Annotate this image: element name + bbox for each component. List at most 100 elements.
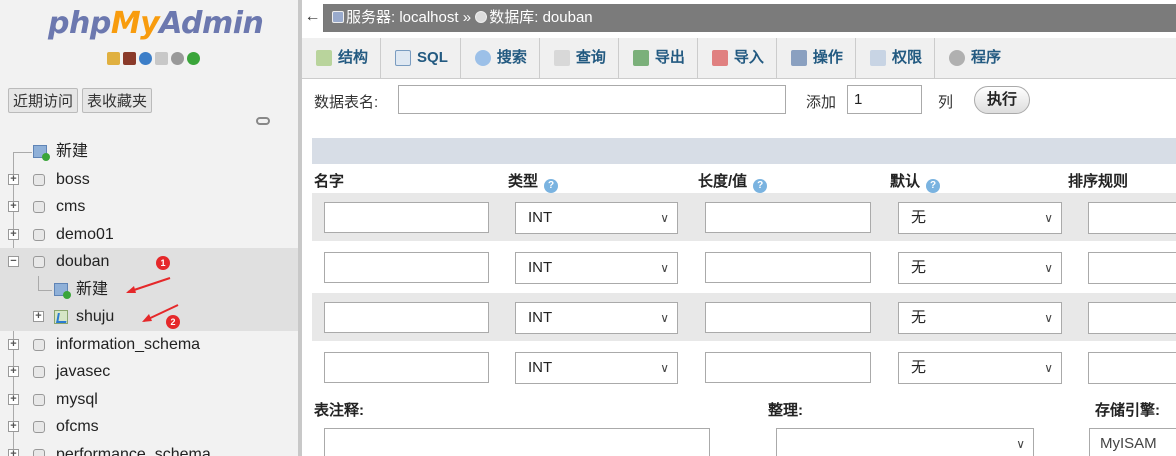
link-icon[interactable] bbox=[256, 117, 270, 125]
field-length-input[interactable] bbox=[705, 202, 871, 233]
field-default-select[interactable]: 无 ∨ bbox=[898, 352, 1062, 384]
breadcrumb-database[interactable]: 数据库: douban bbox=[489, 9, 592, 26]
table-name-input[interactable] bbox=[398, 85, 786, 114]
database-tree: 新建 + boss + cms + demo01 − douban 1 新建 +… bbox=[0, 138, 298, 456]
back-arrow-icon[interactable]: ← bbox=[302, 4, 324, 32]
recent-tab[interactable]: 近期访问 bbox=[8, 88, 79, 113]
field-name-input[interactable] bbox=[324, 302, 489, 333]
phpmyadmin-logo[interactable]: phpMyAdmin bbox=[48, 6, 264, 41]
expand-icon[interactable]: + bbox=[8, 448, 19, 456]
field-row: INT ∨ 无 ∨ bbox=[312, 293, 1176, 341]
tree-label: demo01 bbox=[56, 225, 114, 243]
field-collation-select[interactable] bbox=[1088, 252, 1176, 284]
field-type-select[interactable]: INT ∨ bbox=[515, 202, 678, 234]
col-header-length: 长度/值? bbox=[698, 170, 768, 193]
tree-item-cms[interactable]: + cms bbox=[0, 193, 298, 221]
reload-icon[interactable] bbox=[187, 52, 200, 65]
docs-icon[interactable] bbox=[155, 52, 168, 65]
settings-icon[interactable] bbox=[171, 52, 184, 65]
field-row: INT ∨ 无 ∨ bbox=[312, 343, 1176, 391]
favorites-tab[interactable]: 表收藏夹 bbox=[82, 88, 153, 113]
wrench-icon bbox=[790, 50, 807, 66]
tree-item-ofcms[interactable]: + ofcms bbox=[0, 413, 298, 441]
chevron-down-icon: ∨ bbox=[1044, 361, 1053, 375]
col-header-label: 长度/值 bbox=[698, 173, 748, 190]
col-header-default: 默认? bbox=[890, 170, 941, 193]
tab-import[interactable]: 导入 bbox=[698, 38, 777, 78]
tree-item-boss[interactable]: + boss bbox=[0, 166, 298, 194]
collation-label: 整理: bbox=[768, 402, 803, 419]
tree-item-performance-schema[interactable]: + performance_schema bbox=[0, 441, 298, 456]
field-default-select[interactable]: 无 ∨ bbox=[898, 302, 1062, 334]
tree-item-javasec[interactable]: + javasec bbox=[0, 358, 298, 386]
home-icon[interactable] bbox=[107, 52, 120, 65]
tree-label: performance_schema bbox=[56, 445, 211, 456]
tab-label: 查询 bbox=[575, 49, 606, 66]
storage-engine-select[interactable]: MyISAM bbox=[1089, 428, 1176, 456]
field-length-input[interactable] bbox=[705, 302, 871, 333]
tab-operations[interactable]: 操作 bbox=[777, 38, 856, 78]
expand-icon[interactable]: + bbox=[8, 201, 19, 212]
tab-query[interactable]: 查询 bbox=[540, 38, 619, 78]
add-columns-count[interactable] bbox=[847, 85, 922, 114]
tab-label: 搜索 bbox=[496, 49, 527, 66]
execute-button[interactable]: 执行 bbox=[974, 86, 1030, 114]
tree-label: cms bbox=[56, 198, 86, 215]
tab-routines[interactable]: 程序 bbox=[935, 38, 1013, 78]
field-name-input[interactable] bbox=[324, 352, 489, 383]
tree-label: 新建 bbox=[76, 280, 109, 298]
field-collation-select[interactable] bbox=[1088, 352, 1176, 384]
tree-item-new[interactable]: 新建 bbox=[0, 138, 298, 166]
select-value: 无 bbox=[911, 309, 927, 326]
tree-item-douban-new[interactable]: 新建 bbox=[0, 275, 298, 303]
field-type-select[interactable]: INT ∨ bbox=[515, 352, 678, 384]
storage-engine-label: 存储引擎: bbox=[1095, 402, 1160, 419]
help-icon[interactable] bbox=[139, 52, 152, 65]
tab-privileges[interactable]: 权限 bbox=[856, 38, 935, 78]
table-collation-select[interactable]: ∨ bbox=[776, 428, 1034, 456]
tree-item-douban[interactable]: − douban 1 bbox=[0, 248, 298, 276]
field-default-select[interactable]: 无 ∨ bbox=[898, 252, 1062, 284]
field-name-input[interactable] bbox=[324, 252, 489, 283]
field-type-select[interactable]: INT ∨ bbox=[515, 252, 678, 284]
tree-item-information-schema[interactable]: + information_schema bbox=[0, 331, 298, 359]
field-type-select[interactable]: INT ∨ bbox=[515, 302, 678, 334]
new-db-icon bbox=[33, 145, 50, 161]
col-header-collation: 排序规则 bbox=[1068, 173, 1129, 190]
table-comment-input[interactable] bbox=[324, 428, 710, 456]
tree-label: 新建 bbox=[56, 143, 89, 160]
tree-item-demo01[interactable]: + demo01 bbox=[0, 221, 298, 249]
field-collation-select[interactable] bbox=[1088, 302, 1176, 334]
expand-icon[interactable]: + bbox=[8, 421, 19, 432]
logout-icon[interactable] bbox=[123, 52, 136, 65]
tab-sql[interactable]: SQL bbox=[381, 38, 461, 78]
tree-item-mysql[interactable]: + mysql bbox=[0, 386, 298, 414]
field-collation-select[interactable] bbox=[1088, 202, 1176, 234]
tab-search[interactable]: 搜索 bbox=[461, 38, 540, 78]
expand-icon[interactable]: + bbox=[8, 393, 19, 405]
col-header-name: 名字 bbox=[314, 173, 345, 190]
help-icon[interactable]: ? bbox=[926, 179, 941, 193]
expand-icon[interactable]: + bbox=[8, 338, 19, 350]
tree-item-shuju[interactable]: + shuju 2 bbox=[0, 303, 298, 331]
expand-icon[interactable]: + bbox=[8, 366, 19, 377]
tab-structure[interactable]: 结构 bbox=[302, 38, 382, 78]
help-icon[interactable]: ? bbox=[544, 179, 559, 193]
collapse-icon[interactable]: − bbox=[8, 256, 19, 267]
field-length-input[interactable] bbox=[705, 352, 871, 383]
help-icon[interactable]: ? bbox=[753, 179, 768, 193]
field-name-input[interactable] bbox=[324, 202, 489, 233]
search-icon bbox=[474, 50, 491, 66]
tab-export[interactable]: 导出 bbox=[619, 38, 698, 78]
breadcrumb-server[interactable]: 服务器: localhost bbox=[346, 9, 459, 26]
breadcrumb: 服务器: localhost » 数据库: douban bbox=[332, 4, 593, 32]
field-length-input[interactable] bbox=[705, 252, 871, 283]
sql-icon bbox=[395, 50, 412, 66]
expand-icon[interactable]: + bbox=[8, 173, 19, 185]
tab-label: 操作 bbox=[812, 49, 843, 66]
expand-icon[interactable]: + bbox=[33, 311, 44, 322]
chevron-down-icon: ∨ bbox=[660, 361, 669, 375]
field-default-select[interactable]: 无 ∨ bbox=[898, 202, 1062, 234]
select-value: MyISAM bbox=[1100, 435, 1157, 452]
expand-icon[interactable]: + bbox=[8, 228, 19, 240]
